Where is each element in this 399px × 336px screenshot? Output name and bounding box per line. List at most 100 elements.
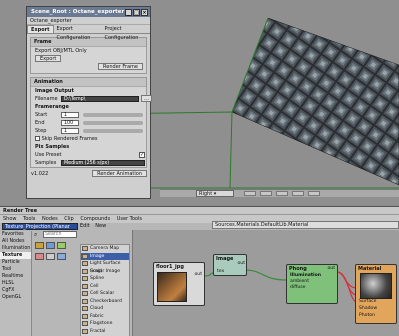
view-mode-button-4[interactable] (292, 191, 304, 196)
search-input[interactable]: Search (43, 231, 77, 238)
category-item[interactable]: All Nodes (0, 238, 31, 245)
category-item[interactable]: Texture (0, 252, 31, 259)
end-slider[interactable] (83, 121, 143, 125)
node-type-icon (82, 283, 88, 289)
node-icon-3[interactable] (57, 242, 66, 249)
skip-label: Skip Rendered Frames (41, 136, 98, 142)
category-item[interactable]: CgFX (0, 287, 31, 294)
end-label: End (35, 120, 45, 126)
node-icon-5[interactable] (46, 253, 55, 260)
browse-button[interactable]: … (141, 95, 152, 102)
step-slider[interactable] (83, 129, 143, 133)
phong-node[interactable]: Phong out Illumination ambient diffuse (286, 264, 338, 304)
node-icon-palette (34, 241, 78, 336)
node-type-icon (82, 328, 88, 334)
projection-selector[interactable]: Texture_Projection (Planar XZ) ▾ (2, 223, 78, 237)
node-list-item[interactable]: Spline (81, 275, 129, 283)
node-type-icon (82, 261, 88, 266)
use-preset-label: Use Preset (35, 152, 62, 158)
node-icon-4[interactable] (35, 253, 44, 260)
category-item[interactable]: Particle (0, 259, 31, 266)
menu-user-tools[interactable]: User Tools (117, 216, 142, 222)
render-frame-button[interactable]: Render Frame (98, 63, 143, 70)
new-button[interactable]: New (95, 223, 106, 229)
menu-nodes[interactable]: Nodes (42, 216, 58, 222)
render-tree-panel: Render Tree Show Tools Nodes Clip Compou… (0, 206, 399, 336)
search-icon: ⌕ (34, 231, 38, 238)
start-slider[interactable] (83, 113, 143, 117)
node-type-icon (82, 313, 88, 319)
exporter-titlebar[interactable]: Scene_Root : Octane_exporter _ □ × (27, 7, 150, 17)
node-list-item[interactable]: Camera Map (img) (81, 245, 129, 259)
node-list-item[interactable]: Cell Scalar (81, 290, 129, 298)
node-list-item[interactable]: Light Surface (img) (81, 260, 129, 274)
use-preset-checkbox[interactable]: ✓ (139, 152, 145, 158)
menu-compounds[interactable]: Compounds (80, 216, 110, 222)
material-surface-port[interactable]: Surface (356, 299, 377, 305)
node-list-item[interactable]: Checkerboard (81, 298, 129, 306)
start-field[interactable]: 1 (61, 112, 79, 118)
render-animation-button[interactable]: Render Animation (92, 170, 147, 177)
material-photon-port[interactable]: Photon (356, 313, 375, 319)
menu-tools[interactable]: Tools (23, 216, 35, 222)
node-list-item[interactable]: Cell (81, 283, 129, 291)
menu-show[interactable]: Show (3, 216, 17, 222)
tab-project-configuration[interactable]: Project Configuration (101, 25, 150, 41)
camera-dropdown[interactable]: Right ▾ (196, 190, 234, 197)
category-item[interactable]: OpenGL (0, 294, 31, 301)
node-list-item[interactable]: Flagstone (81, 320, 129, 328)
node-icon-6[interactable] (57, 253, 66, 260)
node-list-item[interactable]: Scalar Image (81, 268, 129, 276)
category-item[interactable]: Realtime (0, 273, 31, 280)
node-icon-1[interactable] (35, 242, 44, 249)
node-list-item-label: Cell Scalar (90, 291, 115, 296)
viewport-toolbar: Right ▾ (160, 189, 399, 197)
floor-node-title: floor1_jpg (156, 264, 184, 270)
node-list-item[interactable]: Fabric (81, 313, 129, 321)
node-list: Camera Map (img)ImageLight Surface (img)… (80, 244, 130, 336)
node-list-item[interactable]: Cloud (81, 305, 129, 313)
category-item[interactable]: HLSL (0, 280, 31, 287)
category-item[interactable]: Illumination (0, 245, 31, 252)
category-item[interactable]: Tool (0, 266, 31, 273)
step-field[interactable]: 1 (61, 128, 79, 134)
node-graph-canvas[interactable]: floor1_jpg out Image out tex Phong out I… (132, 230, 399, 336)
octane-exporter-window: Scene_Root : Octane_exporter _ □ × Octane_… (26, 6, 152, 199)
node-list-item-label: Flagstone (90, 321, 113, 326)
phong-out-port[interactable]: out (324, 266, 335, 272)
material-shadow-port[interactable]: Shadow (356, 306, 377, 312)
floor-out-port[interactable]: out (191, 272, 202, 278)
floor-texture-node[interactable]: floor1_jpg out (153, 262, 205, 306)
image-node[interactable]: Image out tex (213, 254, 247, 276)
tab-export[interactable]: Export (27, 25, 54, 33)
skip-checkbox[interactable] (35, 136, 40, 141)
breadcrumb[interactable]: Sources.Materials.DefaultLib.Material (212, 221, 399, 229)
export-button[interactable]: Export (35, 55, 62, 62)
filename-field[interactable]: D:\Temp\ (61, 96, 139, 102)
end-field[interactable]: 100 (61, 120, 79, 126)
frame-group: Frame Export OBJ/MTL Only Export Render … (30, 37, 147, 74)
node-list-item[interactable]: Image (81, 252, 129, 260)
close-icon[interactable]: × (141, 9, 148, 16)
animation-group: Animation Image Output Filename D:\Temp\… (30, 77, 152, 168)
phong-diffuse-port[interactable]: diffuse (287, 285, 337, 291)
material-thumbnail (360, 273, 392, 299)
tab-export-configuration[interactable]: Export Configuration (54, 25, 102, 41)
view-mode-button-2[interactable] (260, 191, 272, 196)
image-out-port[interactable]: out (234, 261, 245, 267)
view-mode-button-1[interactable] (244, 191, 256, 196)
view-mode-button-5[interactable] (308, 191, 320, 196)
image-output-title: Image Output (35, 88, 74, 94)
edit-button[interactable]: Edit (80, 223, 90, 229)
material-node[interactable]: Material Surface Shadow Photon (355, 264, 397, 324)
image-tex-port[interactable]: tex (214, 269, 224, 275)
category-item[interactable]: Favorites (0, 231, 31, 238)
minimize-icon[interactable]: _ (125, 9, 132, 16)
node-list-item[interactable]: Fractal (81, 328, 129, 336)
node-icon-2[interactable] (46, 242, 55, 249)
samples-dropdown[interactable]: Medium (256 s/px) (61, 160, 145, 166)
maximize-icon[interactable]: □ (133, 9, 140, 16)
view-mode-button-3[interactable] (276, 191, 288, 196)
menu-clip[interactable]: Clip (64, 216, 73, 222)
node-list-item-label: Fractal (90, 328, 106, 334)
